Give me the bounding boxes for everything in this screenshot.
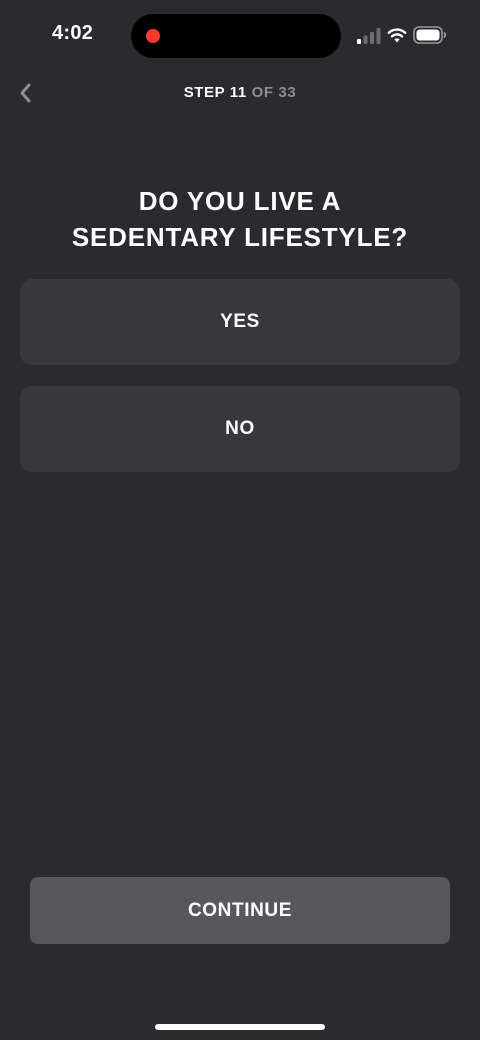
battery-icon (413, 26, 447, 44)
wifi-icon (387, 28, 407, 43)
continue-label: CONTINUE (187, 899, 293, 921)
status-time: 4:02 (52, 22, 94, 44)
option-yes-button[interactable]: YES (20, 279, 460, 365)
continue-button[interactable]: CONTINUE (30, 877, 450, 944)
step-indicator: STEP 11 OF 33 (0, 84, 480, 101)
screen: 4:02 STEP 11 OF 33 DO YOU LIVE A SEDENTA… (0, 0, 480, 1040)
cellular-signal-icon (357, 28, 381, 44)
question-title: DO YOU LIVE A SEDENTARY LIFESTYLE? (20, 183, 460, 255)
question-line-1: DO YOU LIVE A (138, 186, 342, 216)
step-current: STEP 11 (183, 84, 247, 101)
option-no-label: NO (225, 418, 255, 439)
dynamic-island (131, 14, 341, 58)
recording-dot-icon (146, 29, 160, 43)
option-yes-label: YES (220, 311, 260, 332)
question-line-2: SEDENTARY LIFESTYLE? (71, 222, 409, 252)
step-total: OF 33 (251, 84, 297, 101)
option-no-button[interactable]: NO (20, 386, 460, 472)
home-indicator[interactable] (155, 1024, 325, 1030)
